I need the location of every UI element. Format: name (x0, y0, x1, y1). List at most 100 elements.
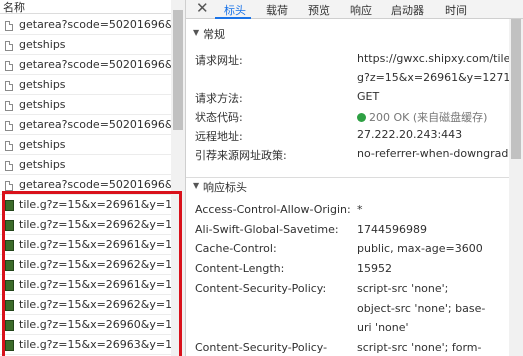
image-file-icon (5, 260, 14, 271)
request-row[interactable]: tile.g?z=15&x=26961&y=1... (0, 235, 171, 255)
request-url-label: 请求网址: (195, 54, 243, 67)
document-icon (5, 161, 13, 171)
request-list-scrollbar[interactable] (171, 0, 185, 356)
detail-scrollbar[interactable] (509, 19, 523, 356)
request-name: getships (19, 98, 66, 111)
response-header-value: * (357, 203, 363, 216)
request-name: tile.g?z=15&x=26962&y=1... (19, 298, 171, 311)
request-list-panel: 名称 getarea?scode=50201696&l... getships ge… (0, 0, 185, 356)
document-icon (5, 181, 13, 191)
close-icon[interactable]: ✕ (196, 0, 209, 17)
request-detail-panel: ✕ 标头 载荷 预览 响应 启动器 时间 ▼ 常规 请求网址: https://… (186, 0, 523, 356)
response-headers-title: 响应标头 (203, 181, 247, 194)
referrer-policy-value: no-referrer-when-downgrade (357, 147, 516, 160)
status-cache-note: (来自磁盘缓存) (412, 111, 488, 124)
image-file-icon (5, 340, 14, 351)
referrer-policy-label: 引荐来源网址政策: (195, 149, 287, 162)
request-method-label: 请求方法: (195, 92, 243, 105)
request-row[interactable]: tile.g?z=15&x=26963&y=1... (0, 335, 171, 355)
status-ok-icon (357, 113, 366, 122)
image-file-icon (5, 240, 14, 251)
document-icon (5, 121, 13, 131)
response-header-value: script-src 'none'; form- (357, 341, 482, 354)
document-icon (5, 21, 13, 31)
request-name: getarea?scode=50201696&l... (19, 178, 171, 191)
request-name: tile.g?z=15&x=26960&y=1... (19, 318, 171, 331)
response-header-value: 15952 (357, 262, 392, 275)
scrollbar-thumb[interactable] (173, 10, 183, 130)
request-row[interactable]: getships (0, 75, 171, 95)
tab-timing[interactable]: 时间 (445, 2, 467, 18)
status-code-text: 200 OK (369, 111, 410, 124)
request-name: getarea?scode=50201696&l... (19, 118, 171, 131)
status-code-value: 200 OK (来自磁盘缓存) (357, 109, 487, 125)
document-icon (5, 41, 13, 51)
request-row[interactable]: tile.g?z=15&x=26961&y=1... (0, 275, 171, 295)
tab-initiator[interactable]: 启动器 (391, 2, 424, 18)
response-header-key: Access-Control-Allow-Origin: (195, 203, 351, 216)
document-icon (5, 81, 13, 91)
response-header-value: script-src 'none'; (357, 282, 449, 295)
response-header-key: Content-Security-Policy: (195, 282, 327, 295)
request-row[interactable]: tile.g?z=15&x=26960&y=1... (0, 315, 171, 335)
remote-address-label: 远程地址: (195, 130, 243, 143)
image-file-icon (5, 280, 14, 291)
scrollbar-thumb[interactable] (511, 19, 521, 159)
tab-response[interactable]: 响应 (350, 2, 372, 18)
request-name: getarea?scode=50201696&l... (19, 58, 171, 71)
general-section-header[interactable]: ▼ 常规 (186, 25, 523, 41)
request-row[interactable]: getarea?scode=50201696&l... (0, 175, 171, 195)
request-row[interactable]: tile.g?z=15&x=26961&y=1... (0, 195, 171, 215)
request-row[interactable]: getships (0, 135, 171, 155)
document-icon (5, 141, 13, 151)
detail-tab-bar: ✕ 标头 载荷 预览 响应 启动器 时间 (186, 0, 523, 19)
request-name: tile.g?z=15&x=26962&y=1... (19, 218, 171, 231)
request-row[interactable]: tile.g?z=15&x=26962&y=1... (0, 295, 171, 315)
request-row[interactable]: getships (0, 155, 171, 175)
tab-payload[interactable]: 载荷 (266, 2, 288, 18)
document-icon (5, 61, 13, 71)
request-row[interactable]: tile.g?z=15&x=26962&y=1... (0, 255, 171, 275)
document-icon (5, 101, 13, 111)
request-name: getships (19, 158, 66, 171)
name-column-label: 名称 (3, 1, 25, 14)
request-name: tile.g?z=15&x=26963&y=1... (19, 338, 171, 351)
status-code-label: 状态代码: (195, 111, 243, 124)
request-row[interactable]: getships (0, 95, 171, 115)
active-tab-indicator (215, 17, 251, 19)
response-header-value: public, max-age=3600 (357, 242, 483, 255)
name-column-header[interactable]: 名称 (0, 0, 185, 14)
request-name: tile.g?z=15&x=26961&y=1... (19, 198, 171, 211)
response-header-key: Content-Length: (195, 262, 285, 275)
tab-headers[interactable]: 标头 (224, 2, 246, 18)
request-url-value: https://gwxc.shipxy.com/tile. (357, 52, 514, 65)
request-name: getships (19, 138, 66, 151)
request-row[interactable]: getarea?scode=50201696&l... (0, 115, 171, 135)
request-method-value: GET (357, 90, 380, 103)
collapse-triangle-icon: ▼ (193, 28, 200, 37)
remote-address-value: 27.222.20.243:443 (357, 128, 463, 141)
request-name: tile.g?z=15&x=26961&y=1... (19, 278, 171, 291)
request-name: getships (19, 38, 66, 51)
response-header-value: uri 'none' (357, 321, 409, 334)
image-file-icon (5, 200, 14, 211)
request-row[interactable]: getarea?scode=50201696&l... (0, 55, 171, 75)
request-name: tile.g?z=15&x=26961&y=1... (19, 238, 171, 251)
image-file-icon (5, 220, 14, 231)
tab-preview[interactable]: 预览 (308, 2, 330, 18)
request-name: getships (19, 78, 66, 91)
request-name: tile.g?z=15&x=26962&y=1... (19, 258, 171, 271)
image-file-icon (5, 320, 14, 331)
response-header-key: Ali-Swift-Global-Savetime: (195, 223, 339, 236)
image-file-icon (5, 300, 14, 311)
response-header-value: 1744596989 (357, 223, 427, 236)
response-headers-section-header[interactable]: ▼ 响应标头 (186, 177, 523, 194)
request-url-value-cont: g?z=15&x=26961&y=12716 (357, 71, 518, 84)
request-row[interactable]: getarea?scode=50201696&l... (0, 15, 171, 35)
request-row[interactable]: tile.g?z=15&x=26962&y=1... (0, 215, 171, 235)
collapse-triangle-icon: ▼ (193, 181, 200, 190)
request-row[interactable]: getships (0, 35, 171, 55)
response-header-key: Cache-Control: (195, 242, 277, 255)
request-name: getarea?scode=50201696&l... (19, 18, 171, 31)
general-section-title: 常规 (203, 28, 225, 41)
